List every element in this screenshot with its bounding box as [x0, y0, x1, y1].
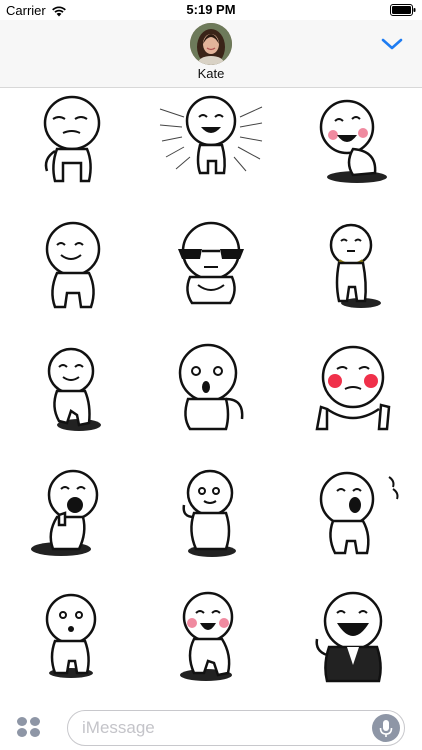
chevron-down-icon[interactable] — [380, 34, 404, 54]
message-input-bar — [0, 700, 422, 750]
sticker-cool-sunglasses[interactable] — [156, 213, 266, 323]
sticker-whistling[interactable] — [17, 585, 127, 695]
sticker-dancing-blush[interactable] — [156, 585, 266, 695]
sticker-peace-sign-blush[interactable] — [297, 337, 407, 447]
sticker-happy-walking[interactable] — [17, 337, 127, 447]
sticker-smiling-standing[interactable] — [17, 213, 127, 323]
sticker-shy-necklace[interactable] — [297, 213, 407, 323]
avatar-photo — [190, 23, 232, 65]
sticker-surprised-pointing[interactable] — [156, 337, 266, 447]
microphone-glyph — [379, 720, 393, 737]
battery-icon — [390, 4, 416, 16]
status-bar: Carrier 5:19 PM — [0, 0, 422, 20]
sticker-excited-burst[interactable] — [156, 89, 266, 199]
message-field[interactable] — [67, 710, 405, 746]
message-input[interactable] — [82, 711, 362, 745]
sticker-big-laugh-suit[interactable] — [297, 585, 407, 695]
sticker-smug-shrug[interactable] — [17, 89, 127, 199]
contact-name[interactable]: Kate — [0, 66, 422, 81]
sticker-laughing-blush[interactable] — [297, 89, 407, 199]
apps-grid-icon[interactable] — [16, 716, 42, 738]
status-time: 5:19 PM — [186, 2, 236, 17]
sticker-thumbs-up-laughing[interactable] — [17, 461, 127, 571]
sticker-grid — [0, 89, 422, 694]
conversation-header: Kate — [0, 20, 422, 88]
contact-avatar[interactable] — [190, 23, 232, 65]
sticker-shouting[interactable] — [297, 461, 407, 571]
sticker-flexing-arm[interactable] — [156, 461, 266, 571]
microphone-icon[interactable] — [372, 714, 400, 742]
